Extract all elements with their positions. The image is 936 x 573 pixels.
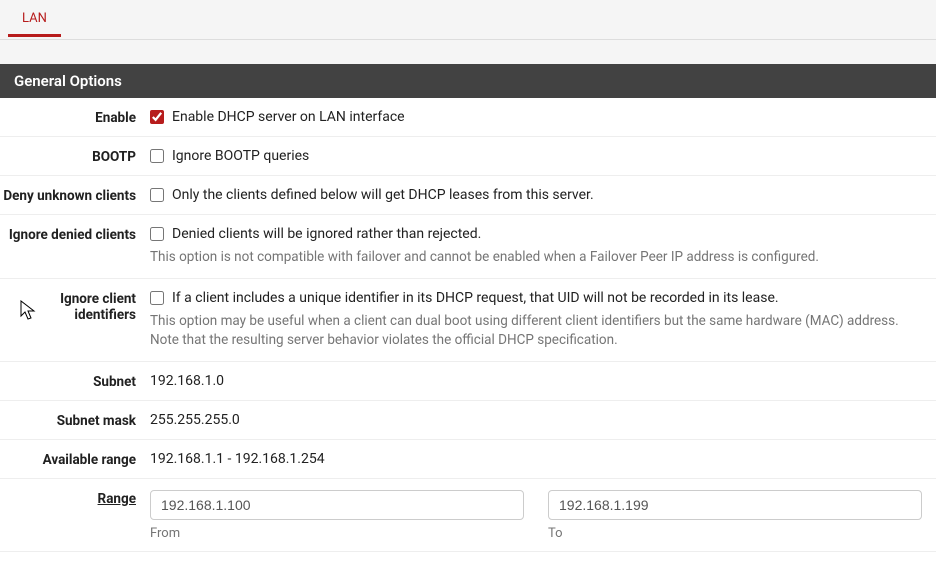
row-range: Range From To	[0, 479, 936, 552]
col-available-range: 192.168.1.1 - 192.168.1.254	[150, 450, 936, 467]
checkbox-label-ignore-client-ids: If a client includes a unique identifier…	[172, 290, 779, 306]
checkbox-bootp[interactable]	[150, 149, 164, 163]
row-enable: Enable Enable DHCP server on LAN interfa…	[0, 98, 936, 137]
label-deny-unknown: Deny unknown clients	[0, 186, 150, 204]
col-subnet-mask: 255.255.255.0	[150, 411, 936, 428]
help-ignore-client-ids: This option may be useful when a client …	[150, 312, 922, 351]
col-ignore-client-ids: If a client includes a unique identifier…	[150, 289, 936, 351]
label-ignore-client-ids: Ignore client identifiers	[0, 289, 150, 323]
checkbox-label-enable: Enable DHCP server on LAN interface	[172, 109, 405, 125]
row-deny-unknown: Deny unknown clients Only the clients de…	[0, 176, 936, 215]
row-bootp: BOOTP Ignore BOOTP queries	[0, 137, 936, 176]
checkbox-ignore-denied[interactable]	[150, 227, 164, 241]
value-subnet-mask: 255.255.255.0	[150, 412, 240, 428]
section-header-general-options: General Options	[0, 64, 936, 98]
value-subnet: 192.168.1.0	[150, 373, 224, 389]
label-available-range: Available range	[0, 450, 150, 468]
tab-lan[interactable]: LAN	[8, 0, 61, 37]
range-from-sublabel: From	[150, 526, 524, 541]
tab-spacer	[0, 40, 936, 64]
col-range: From To	[150, 489, 936, 541]
col-deny-unknown: Only the clients defined below will get …	[150, 186, 936, 203]
label-enable: Enable	[0, 108, 150, 126]
row-ignore-denied: Ignore denied clients Denied clients wil…	[0, 215, 936, 279]
col-ignore-denied: Denied clients will be ignored rather th…	[150, 225, 936, 268]
label-ignore-denied: Ignore denied clients	[0, 225, 150, 243]
row-subnet-mask: Subnet mask 255.255.255.0	[0, 401, 936, 440]
help-ignore-denied: This option is not compatible with failo…	[150, 248, 922, 268]
col-subnet: 192.168.1.0	[150, 372, 936, 389]
label-range: Range	[0, 489, 150, 507]
value-available-range: 192.168.1.1 - 192.168.1.254	[150, 451, 325, 467]
checkbox-ignore-client-ids[interactable]	[150, 291, 164, 305]
checkbox-label-bootp: Ignore BOOTP queries	[172, 148, 309, 164]
row-subnet: Subnet 192.168.1.0	[0, 362, 936, 401]
checkbox-deny-unknown[interactable]	[150, 188, 164, 202]
checkbox-label-deny-unknown: Only the clients defined below will get …	[172, 187, 594, 203]
col-bootp: Ignore BOOTP queries	[150, 147, 936, 164]
range-from-input[interactable]	[150, 490, 524, 520]
row-ignore-client-ids: Ignore client identifiers If a client in…	[0, 279, 936, 362]
label-bootp: BOOTP	[0, 147, 150, 165]
label-subnet: Subnet	[0, 372, 150, 390]
range-to-input[interactable]	[548, 490, 922, 520]
checkbox-label-ignore-denied: Denied clients will be ignored rather th…	[172, 226, 481, 242]
col-enable: Enable DHCP server on LAN interface	[150, 108, 936, 125]
row-available-range: Available range 192.168.1.1 - 192.168.1.…	[0, 440, 936, 479]
tab-bar: LAN	[0, 0, 936, 40]
range-to-sublabel: To	[548, 526, 922, 541]
label-subnet-mask: Subnet mask	[0, 411, 150, 429]
checkbox-enable[interactable]	[150, 110, 164, 124]
